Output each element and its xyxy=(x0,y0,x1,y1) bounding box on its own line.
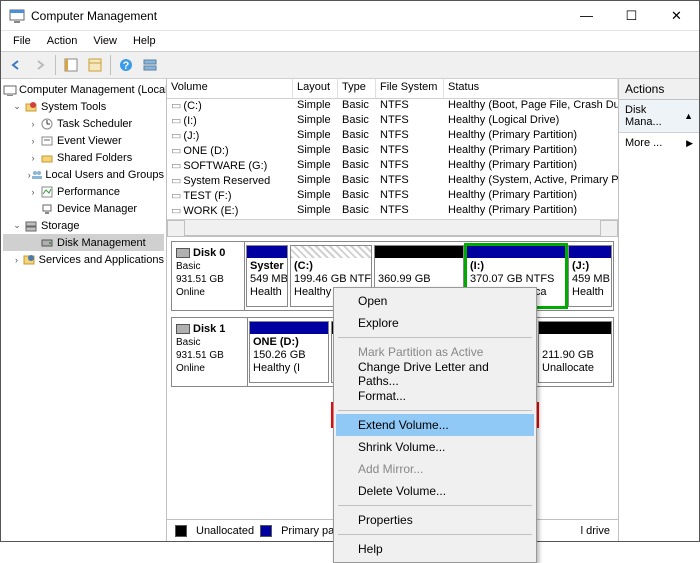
menu-help[interactable]: Help xyxy=(125,33,164,49)
volume-row[interactable]: ▭(C:)SimpleBasicNTFSHealthy (Boot, Page … xyxy=(167,99,618,114)
ctx-delete-volume[interactable]: Delete Volume... xyxy=(336,480,534,502)
collapse-icon: ▲ xyxy=(684,111,693,121)
disk-info[interactable]: Disk 0Basic931.51 GBOnline xyxy=(172,242,245,310)
ctx-add-mirror: Add Mirror... xyxy=(336,458,534,480)
tree-device-manager[interactable]: Device Manager xyxy=(3,200,164,217)
actions-more[interactable]: More ...▶ xyxy=(619,133,699,153)
col-layout[interactable]: Layout xyxy=(293,79,338,98)
tree-shared-folders[interactable]: ›Shared Folders xyxy=(3,149,164,166)
menu-view[interactable]: View xyxy=(85,33,125,49)
swatch-unallocated xyxy=(175,525,187,537)
forward-button[interactable] xyxy=(29,54,51,76)
disk-info[interactable]: Disk 1Basic931.51 GBOnline xyxy=(172,318,248,386)
window-title: Computer Management xyxy=(31,9,564,23)
ctx-properties[interactable]: Properties xyxy=(336,509,534,531)
chevron-right-icon: ▶ xyxy=(686,138,693,149)
volume-row[interactable]: ▭(J:)SimpleBasicNTFSHealthy (Primary Par… xyxy=(167,129,618,144)
col-type[interactable]: Type xyxy=(338,79,376,98)
tree-local-users[interactable]: ›Local Users and Groups xyxy=(3,166,164,183)
ctx-explore[interactable]: Explore xyxy=(336,312,534,334)
columns-button[interactable] xyxy=(84,54,106,76)
maximize-button[interactable]: ☐ xyxy=(609,1,654,30)
ctx-extend-volume[interactable]: Extend Volume... xyxy=(336,414,534,436)
tree-task-scheduler[interactable]: ›Task Scheduler xyxy=(3,115,164,132)
volume-table: Volume Layout Type File System Status ▭(… xyxy=(167,79,618,237)
actions-disk-mgmt[interactable]: Disk Mana...▲ xyxy=(619,100,699,133)
actions-header: Actions xyxy=(619,79,699,100)
tree-system-tools[interactable]: ⌄ System Tools xyxy=(3,98,164,115)
ctx-help[interactable]: Help xyxy=(336,538,534,560)
partition[interactable]: (J:)459 MBHealth xyxy=(568,245,612,307)
swatch-primary xyxy=(260,525,272,537)
views-button[interactable] xyxy=(60,54,82,76)
volume-row[interactable]: ▭System ReservedSimpleBasicNTFSHealthy (… xyxy=(167,174,618,189)
menubar: File Action View Help xyxy=(1,31,699,51)
volume-row[interactable]: ▭(I:)SimpleBasicNTFSHealthy (Logical Dri… xyxy=(167,114,618,129)
horizontal-scrollbar[interactable] xyxy=(167,219,618,235)
ctx-change-letter[interactable]: Change Drive Letter and Paths... xyxy=(336,363,534,385)
tree-performance[interactable]: ›Performance xyxy=(3,183,164,200)
tree-event-viewer[interactable]: ›Event Viewer xyxy=(3,132,164,149)
ctx-shrink-volume[interactable]: Shrink Volume... xyxy=(336,436,534,458)
minimize-button[interactable]: — xyxy=(564,1,609,30)
partition[interactable]: 211.90 GBUnallocate xyxy=(538,321,612,383)
col-filesystem[interactable]: File System xyxy=(376,79,444,98)
actions-pane: Actions Disk Mana...▲ More ...▶ xyxy=(619,79,699,541)
col-status[interactable]: Status xyxy=(444,79,618,98)
tree-storage[interactable]: ⌄Storage xyxy=(3,217,164,234)
help-button[interactable]: ? xyxy=(115,54,137,76)
toolbar: ? xyxy=(1,51,699,79)
partition[interactable]: Syster549 MBHealth xyxy=(246,245,288,307)
tree-pane: Computer Management (Local ⌄ System Tool… xyxy=(1,79,167,541)
tree-services[interactable]: ›Services and Applications xyxy=(3,251,164,268)
volume-row[interactable]: ▭SOFTWARE (G:)SimpleBasicNTFSHealthy (Pr… xyxy=(167,159,618,174)
close-button[interactable]: ✕ xyxy=(654,1,699,30)
svg-text:?: ? xyxy=(123,60,130,72)
volume-row[interactable]: ▭WORK (E:)SimpleBasicNTFSHealthy (Primar… xyxy=(167,204,618,219)
col-volume[interactable]: Volume xyxy=(167,79,293,98)
tree-disk-management[interactable]: Disk Management xyxy=(3,234,164,251)
ctx-format[interactable]: Format... xyxy=(336,385,534,407)
titlebar: Computer Management — ☐ ✕ xyxy=(1,1,699,31)
settings-button[interactable] xyxy=(139,54,161,76)
menu-action[interactable]: Action xyxy=(39,33,86,49)
context-menu: Open Explore Mark Partition as Active Ch… xyxy=(333,287,537,563)
back-button[interactable] xyxy=(5,54,27,76)
volume-row[interactable]: ▭ONE (D:)SimpleBasicNTFSHealthy (Primary… xyxy=(167,144,618,159)
ctx-open[interactable]: Open xyxy=(336,290,534,312)
volume-row[interactable]: ▭TEST (F:)SimpleBasicNTFSHealthy (Primar… xyxy=(167,189,618,204)
partition[interactable]: ONE (D:)150.26 GBHealthy (I xyxy=(249,321,329,383)
app-icon xyxy=(9,8,25,24)
tree-root[interactable]: Computer Management (Local xyxy=(3,81,164,98)
menu-file[interactable]: File xyxy=(5,33,39,49)
